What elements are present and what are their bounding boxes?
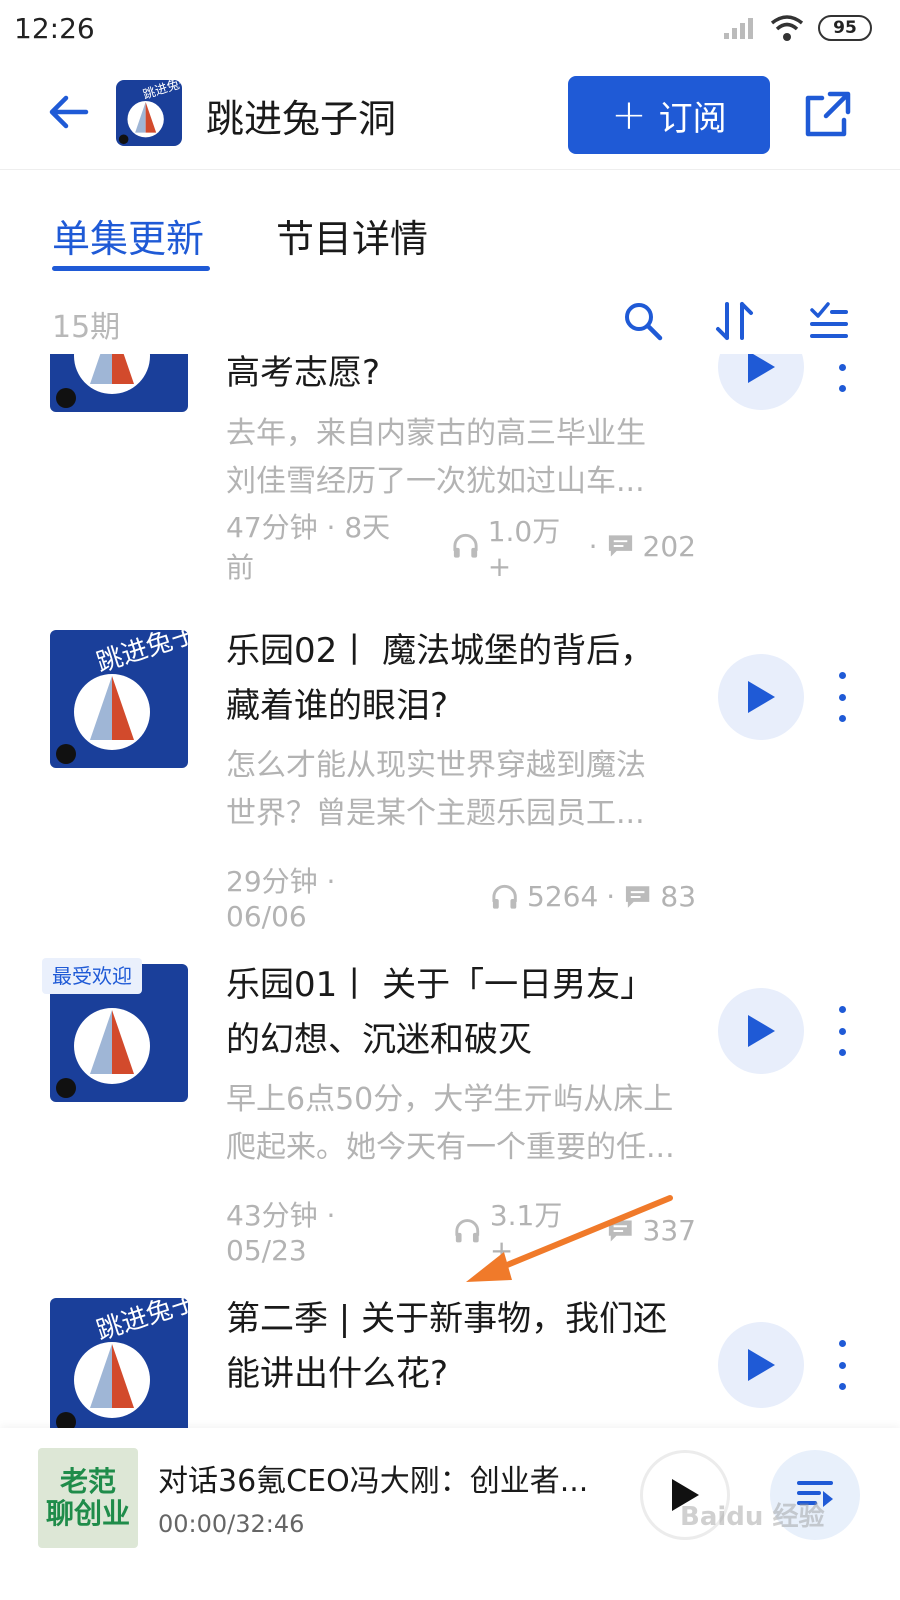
episode-play-count: 1.0万+ (487, 514, 561, 583)
play-icon (748, 354, 775, 383)
battery-indicator: 95 (818, 15, 872, 41)
headphones-icon (492, 884, 517, 909)
active-tab-indicator (52, 266, 210, 271)
list-toolbar: 15期 (0, 290, 900, 354)
subscribe-label: 订阅 (658, 98, 727, 139)
episode-desc-line: 怎么才能从现实世界穿越到魔法 (226, 748, 646, 783)
mini-player[interactable]: 老范 聊创业 对话36氪CEO冯大刚：创业者... 00:00/32:46 Ba… (0, 1428, 900, 1600)
now-playing-time: 00:00/32:46 (158, 1510, 305, 1538)
episode-title-line: 能讲出什么花? (226, 1354, 449, 1394)
episode-list: 高考志愿? 去年，来自内蒙古的高三毕业生 刘佳雪经历了一次犹如过山车... 47… (0, 354, 900, 1442)
watermark: Baidu 经验 (680, 1502, 825, 1532)
play-icon (748, 1015, 775, 1047)
episode-play-count: 5264 (527, 880, 599, 913)
play-button[interactable] (718, 654, 804, 740)
episode-title-line: 第二季 | 关于新事物，我们还 (226, 1299, 668, 1339)
episode-desc-line: 刘佳雪经历了一次犹如过山车... (226, 464, 645, 499)
tab-details[interactable]: 节目详情 (276, 208, 428, 263)
search-icon[interactable] (620, 298, 666, 344)
play-icon (748, 681, 775, 713)
more-options-icon[interactable] (830, 672, 854, 722)
episode-cover: 跳进兔子洞 (50, 1298, 188, 1436)
popular-badge: 最受欢迎 (42, 958, 142, 994)
now-playing-title: 对话36氪CEO冯大刚：创业者... (158, 1464, 589, 1499)
signal-icon (724, 18, 753, 39)
episode-cover (50, 354, 188, 412)
list-item[interactable]: 高考志愿? 去年，来自内蒙古的高三毕业生 刘佳雪经历了一次犹如过山车... 47… (0, 354, 900, 670)
episode-duration-date: 43分钟 · 05/23 (226, 1199, 336, 1267)
episode-description: 怎么才能从现实世界穿越到魔法 世界？曾是某个主题乐园员工... (226, 742, 696, 838)
episode-duration-date: 47分钟 · 8天前 (226, 511, 391, 584)
subscribe-button[interactable]: + 订阅 (568, 76, 770, 154)
cover-text: 老范 (59, 1465, 116, 1498)
more-options-icon[interactable] (830, 354, 854, 392)
play-button[interactable] (718, 1322, 804, 1408)
episode-desc-line: 去年，来自内蒙古的高三毕业生 (226, 416, 646, 451)
episode-count: 15期 (52, 310, 121, 345)
more-options-icon[interactable] (830, 1340, 854, 1390)
episode-desc-line: 世界？曾是某个主题乐园员工... (226, 796, 645, 831)
episode-description: 早上6点50分，大学生亓屿从床上 爬起来。她今天有一个重要的任... (226, 1076, 696, 1172)
episode-title-line: 的幻想、沉迷和破灭 (226, 1020, 532, 1060)
episode-desc-line: 早上6点50分，大学生亓屿从床上 (226, 1082, 674, 1117)
annotation-arrow-icon (466, 1195, 673, 1282)
cover-text: 聊创业 (45, 1497, 130, 1530)
share-icon[interactable] (800, 86, 856, 142)
play-button[interactable] (718, 988, 804, 1074)
back-arrow-icon[interactable] (44, 86, 96, 138)
comment-icon (626, 885, 650, 908)
header: 跳进兔子洞 跳进兔子洞 + 订阅 (0, 62, 900, 170)
headphones-icon (453, 533, 478, 558)
page-title: 跳进兔子洞 (206, 97, 397, 141)
status-icons: 95 (722, 14, 872, 42)
episode-title-line: 藏着谁的眼泪? (226, 686, 449, 726)
wifi-icon (770, 15, 804, 41)
podcast-cover: 跳进兔子洞 (116, 80, 182, 146)
episode-description: 去年，来自内蒙古的高三毕业生 刘佳雪经历了一次犹如过山车... (226, 410, 696, 506)
episode-title-line: 乐园01丨 关于「一日男友」 (226, 965, 655, 1005)
more-options-icon[interactable] (830, 1006, 854, 1056)
list-item[interactable]: 跳进兔子洞 乐园02丨 魔法城堡的背后， 藏着谁的眼泪? 怎么才能从现实世界穿越… (0, 630, 900, 970)
play-button[interactable] (718, 354, 804, 410)
tab-episodes[interactable]: 单集更新 (52, 208, 204, 263)
episode-comment-count: 202 (642, 529, 696, 563)
play-icon (748, 1349, 775, 1381)
episode-title-line: 乐园02丨 魔法城堡的背后， (226, 631, 655, 671)
episode-desc-line: 爬起来。她今天有一个重要的任... (226, 1130, 675, 1165)
tab-bar: 单集更新 节目详情 (0, 190, 900, 271)
status-time: 12:26 (14, 12, 95, 45)
episode-comment-count: 83 (660, 880, 697, 913)
sort-icon[interactable] (712, 298, 758, 344)
status-bar: 12:26 95 (0, 0, 900, 62)
episode-meta: 29分钟 · 06/06 5264 · 83 (226, 860, 696, 933)
list-item[interactable]: 跳进兔子洞 第二季 | 关于新事物，我们还 能讲出什么花? (0, 1298, 900, 1442)
episode-meta: 47分钟 · 8天前 1.0万+ · 202 (226, 506, 696, 586)
plus-icon: + (611, 90, 647, 139)
now-playing-cover: 老范 聊创业 (38, 1448, 138, 1548)
episode-duration-date: 29分钟 · 06/06 (226, 865, 336, 933)
comment-icon (608, 535, 632, 557)
list-item[interactable]: 最受欢迎 乐园01丨 关于「一日男友」 的幻想、沉迷和破灭 早上6点50分，大学… (0, 958, 900, 1304)
batch-select-icon[interactable] (806, 298, 852, 344)
episode-title-line: 高考志愿? (226, 354, 381, 393)
episode-cover: 跳进兔子洞 (50, 630, 188, 768)
